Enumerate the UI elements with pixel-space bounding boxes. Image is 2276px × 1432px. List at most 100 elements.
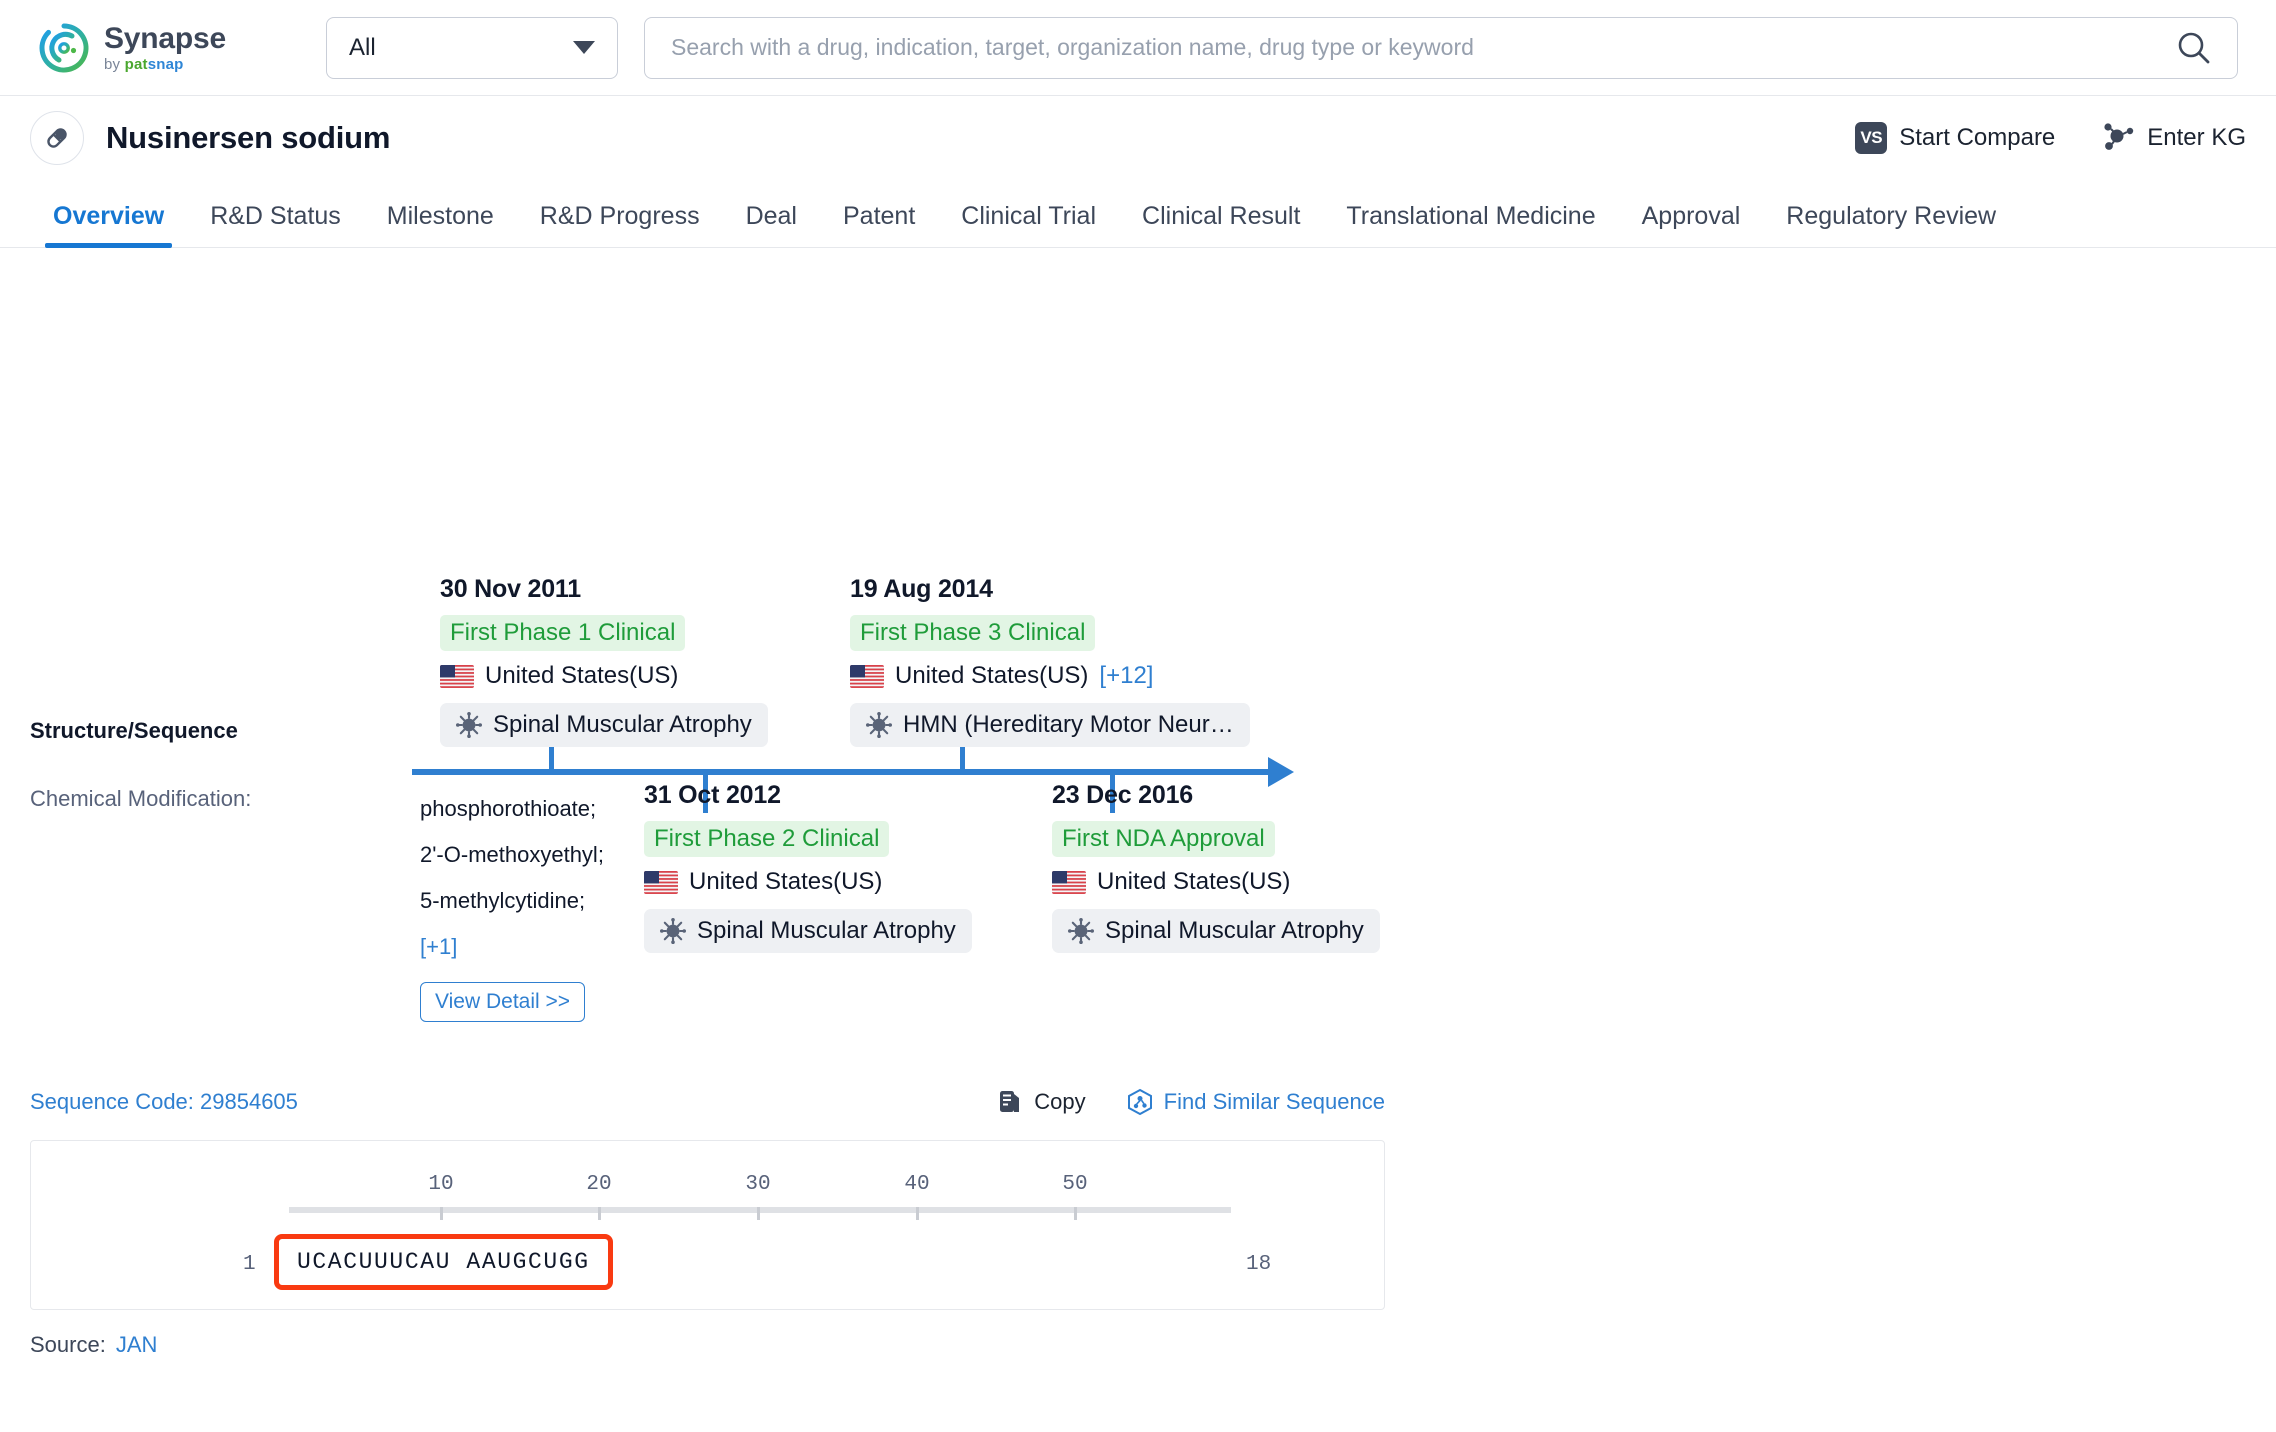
chemical-modification-value: phosphorothioate; 2'-O-methoxyethyl; 5-m… bbox=[420, 786, 604, 1024]
tab-clinical-trial[interactable]: Clinical Trial bbox=[938, 202, 1119, 247]
sequence-text: UCACUUUCAU AAUGCUGG bbox=[297, 1249, 590, 1275]
us-flag-icon bbox=[1052, 870, 1086, 894]
chemical-modification-label: Chemical Modification: bbox=[30, 786, 252, 811]
ruler-tick bbox=[440, 1207, 443, 1220]
timeline-axis bbox=[412, 769, 1286, 775]
tab-regulatory-review[interactable]: Regulatory Review bbox=[1763, 202, 2019, 247]
milestone-indication[interactable]: Spinal Muscular Atrophy bbox=[1052, 909, 1380, 953]
milestone-phase-badge: First Phase 3 Clinical bbox=[850, 615, 1096, 651]
milestone-date: 30 Nov 2011 bbox=[440, 575, 581, 603]
drug-header: Nusinersen sodium VS Start Compare Enter… bbox=[0, 96, 2276, 180]
tab-deal[interactable]: Deal bbox=[723, 202, 820, 247]
enter-kg-button[interactable]: Enter KG bbox=[2101, 121, 2246, 156]
milestone-date: 19 Aug 2014 bbox=[850, 575, 993, 603]
indication-icon bbox=[866, 712, 892, 738]
milestone-card[interactable]: 31 Oct 2012 First Phase 2 Clinical Unite… bbox=[644, 781, 972, 953]
find-similar-sequence-button[interactable]: Find Similar Sequence bbox=[1126, 1088, 1385, 1116]
chem-mod-more-link[interactable]: [+1] bbox=[420, 924, 604, 970]
ruler-label: 10 bbox=[428, 1173, 454, 1196]
milestone-indication-label: Spinal Muscular Atrophy bbox=[493, 711, 752, 738]
milestone-card[interactable]: 23 Dec 2016 First NDA Approval United St… bbox=[1052, 781, 1380, 953]
ruler-tick bbox=[598, 1207, 601, 1220]
sequence-start-index: 1 bbox=[243, 1253, 256, 1276]
indication-icon bbox=[456, 712, 482, 738]
ruler-label: 30 bbox=[745, 1173, 771, 1196]
milestone-country: United States(US) bbox=[440, 662, 768, 690]
milestone-indication[interactable]: Spinal Muscular Atrophy bbox=[440, 703, 768, 747]
chem-mod-item: 5-methylcytidine; bbox=[420, 888, 586, 913]
sequence-ruler bbox=[289, 1207, 1231, 1213]
chevron-down-icon bbox=[573, 41, 595, 54]
find-similar-label: Find Similar Sequence bbox=[1163, 1089, 1385, 1114]
tab-patent[interactable]: Patent bbox=[820, 202, 938, 247]
sequence-code-link[interactable]: Sequence Code: 29854605 bbox=[30, 1089, 298, 1115]
milestone-phase-badge: First Phase 2 Clinical bbox=[644, 821, 890, 857]
milestone-card[interactable]: 19 Aug 2014 First Phase 3 Clinical Unite… bbox=[850, 575, 1250, 747]
tab-rd-progress[interactable]: R&D Progress bbox=[517, 202, 723, 247]
milestone-indication-label: HMN (Hereditary Motor Neur… bbox=[903, 711, 1234, 738]
start-compare-button[interactable]: VS Start Compare bbox=[1855, 122, 2055, 154]
search-icon[interactable] bbox=[2175, 29, 2213, 67]
copy-icon bbox=[996, 1088, 1024, 1116]
milestone-country: United States(US) bbox=[644, 868, 972, 896]
ruler-label: 20 bbox=[586, 1173, 612, 1196]
search-scope-value: All bbox=[349, 33, 376, 61]
us-flag-icon bbox=[644, 870, 678, 894]
sequence-end-index: 18 bbox=[1246, 1253, 1272, 1276]
milestone-card[interactable]: 30 Nov 2011 First Phase 1 Clinical Unite… bbox=[440, 575, 768, 747]
sequence-tools: Copy Find Similar Sequence bbox=[996, 1088, 1385, 1116]
indication-icon bbox=[660, 918, 686, 944]
logo-wordmark: Synapse bbox=[104, 21, 226, 55]
tab-approval[interactable]: Approval bbox=[1619, 202, 1764, 247]
tab-overview[interactable]: Overview bbox=[30, 202, 187, 248]
milestone-timeline: 30 Nov 2011 First Phase 1 Clinical Unite… bbox=[0, 248, 2276, 953]
milestone-phase-badge: First Phase 1 Clinical bbox=[440, 615, 686, 651]
country-more-link[interactable]: [+12] bbox=[1099, 662, 1153, 690]
milestone-indication[interactable]: HMN (Hereditary Motor Neur… bbox=[850, 703, 1250, 747]
enter-kg-label: Enter KG bbox=[2147, 124, 2246, 151]
tab-milestone[interactable]: Milestone bbox=[364, 202, 517, 247]
milestone-country-label: United States(US) bbox=[1097, 868, 1291, 895]
source-label: Source: bbox=[30, 1332, 106, 1357]
tab-rd-status[interactable]: R&D Status bbox=[187, 202, 364, 247]
milestone-country-label: United States(US) bbox=[689, 868, 883, 895]
milestone-country: United States(US) bbox=[1052, 868, 1380, 896]
vs-badge-icon: VS bbox=[1855, 122, 1888, 154]
milestone-indication-label: Spinal Muscular Atrophy bbox=[1105, 917, 1364, 944]
milestone-country-label: United States(US) bbox=[485, 662, 679, 689]
milestone-date: 23 Dec 2016 bbox=[1052, 781, 1193, 809]
milestone-country-label: United States(US) bbox=[895, 662, 1089, 689]
source-value-link[interactable]: JAN bbox=[116, 1332, 158, 1357]
tab-translational-medicine[interactable]: Translational Medicine bbox=[1323, 202, 1618, 247]
copy-button[interactable]: Copy bbox=[996, 1088, 1086, 1116]
milestone-phase-badge: First NDA Approval bbox=[1052, 821, 1275, 857]
view-detail-button[interactable]: View Detail >> bbox=[420, 982, 586, 1022]
app-logo[interactable]: Synapse by patsnap bbox=[38, 22, 316, 74]
indication-icon bbox=[1068, 918, 1094, 944]
ruler-tick bbox=[1074, 1207, 1077, 1220]
copy-label: Copy bbox=[1034, 1089, 1086, 1114]
source-row: Source: JAN bbox=[30, 1332, 2246, 1358]
ruler-tick bbox=[916, 1207, 919, 1220]
logo-subtitle: by patsnap bbox=[104, 55, 184, 73]
us-flag-icon bbox=[850, 664, 884, 688]
us-flag-icon bbox=[440, 664, 474, 688]
top-bar: Synapse by patsnap All bbox=[0, 0, 2276, 96]
search-bar[interactable] bbox=[644, 16, 2238, 79]
search-scope-select[interactable]: All bbox=[326, 16, 618, 79]
sequence-viewer[interactable]: 10 20 30 40 50 1 UCACUUUCAU AAUGCUGG 18 bbox=[30, 1140, 1385, 1310]
ruler-label: 40 bbox=[904, 1173, 930, 1196]
knowledge-graph-icon bbox=[2101, 121, 2135, 156]
ruler-tick bbox=[757, 1207, 760, 1220]
tab-bar: Overview R&D Status Milestone R&D Progre… bbox=[0, 180, 2276, 248]
milestone-indication[interactable]: Spinal Muscular Atrophy bbox=[644, 909, 972, 953]
sequence-highlight-box[interactable]: UCACUUUCAU AAUGCUGG bbox=[274, 1234, 613, 1290]
chem-mod-item: 2'-O-methoxyethyl; bbox=[420, 842, 604, 867]
find-similar-icon bbox=[1126, 1088, 1154, 1116]
sequence-header: Sequence Code: 29854605 Copy Find Simila… bbox=[30, 1088, 1385, 1116]
pill-icon bbox=[30, 111, 84, 165]
search-input[interactable] bbox=[669, 33, 2175, 62]
page-title: Nusinersen sodium bbox=[106, 120, 391, 155]
synapse-logo-icon bbox=[38, 22, 90, 74]
tab-clinical-result[interactable]: Clinical Result bbox=[1119, 202, 1323, 247]
